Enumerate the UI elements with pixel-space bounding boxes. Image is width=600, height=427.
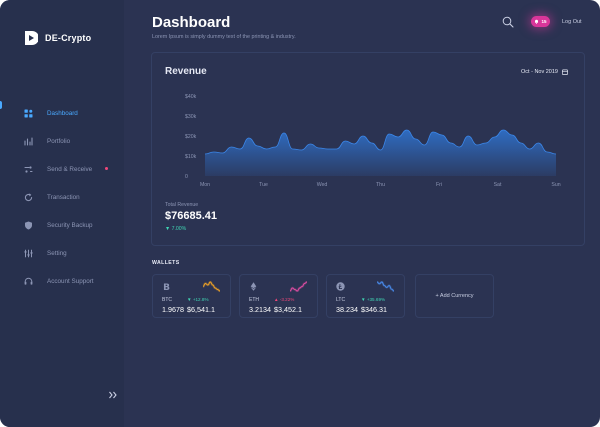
ethereum-icon (250, 282, 257, 291)
wallet-value: $346.31 (361, 305, 387, 314)
sidebar-item-label: Dashboard (47, 109, 78, 117)
y-tick-label: $30k (185, 114, 197, 120)
date-range-picker[interactable]: Oct - Nov 2019 (521, 69, 568, 75)
x-tick-label: Fri (436, 182, 442, 188)
sidebar-item-label: Send & Receive (47, 165, 93, 173)
headset-icon (24, 277, 33, 285)
revenue-title: Revenue (165, 66, 207, 77)
sparkline-path (289, 281, 308, 292)
double-chevron-right-icon[interactable] (108, 391, 118, 399)
wallet-symbol: ETH (249, 297, 259, 303)
wallet-change: ▼ +12.8% (187, 297, 209, 302)
search-icon[interactable] (502, 16, 514, 28)
x-tick-label: Tue (259, 182, 268, 188)
add-currency-button[interactable]: + Add Currency (415, 274, 494, 318)
calendar-icon (562, 69, 568, 75)
logout-link[interactable]: Log Out (562, 19, 582, 25)
y-tick-label: $20k (185, 134, 197, 140)
svg-text:B: B (163, 283, 170, 291)
revenue-card: 0 $10k $20k $30k $40k Mon Tue Wed Thu Fri Sat Sun R… (151, 52, 585, 246)
bitcoin-icon: B (163, 283, 170, 291)
y-tick-label: 0 (185, 174, 188, 180)
y-tick-label: $10k (185, 154, 197, 160)
sparkline-eth (289, 281, 308, 292)
y-tick-label: $40k (185, 94, 197, 100)
wallet-change: ▼ +35.69% (361, 297, 386, 302)
wallets-heading: WALLETS (152, 260, 180, 266)
x-tick-label: Sat (494, 182, 502, 188)
x-tick-label: Thu (376, 182, 385, 188)
notification-dot (105, 167, 108, 170)
sidebar-item-setting[interactable]: Setting (24, 239, 94, 267)
notification-count: 15 (541, 19, 547, 24)
sparkline-path (202, 281, 221, 292)
wallet-value: $6,541.1 (187, 305, 215, 314)
sidebar-item-label: Security Backup (47, 221, 93, 229)
date-range-label: Oct - Nov 2019 (521, 69, 558, 75)
shield-icon (25, 221, 32, 229)
settings-sliders-icon (24, 249, 33, 257)
wallet-card-ltc[interactable]: LTC 38.234 ▼ +35.69% $346.31 (326, 274, 405, 318)
litecoin-icon (336, 282, 345, 291)
wallet-amount: 38.234 (336, 305, 358, 314)
app-window: DE-Crypto Dashboard Portfolio Send & Rec… (0, 0, 600, 427)
sidebar-item-label: Account Support (47, 277, 94, 285)
sidebar-nav: Dashboard Portfolio Send & Receive Trans… (24, 99, 108, 295)
revenue-chart: 0 $10k $20k $30k $40k Mon Tue Wed Thu Fri Sat Sun (185, 94, 561, 188)
active-nav-marker (0, 101, 2, 109)
wallet-value: $3,452.1 (274, 305, 302, 314)
revenue-area-series (205, 130, 556, 176)
notification-button[interactable]: 15 (531, 16, 550, 27)
sparkline-ltc (376, 281, 395, 292)
sidebar: DE-Crypto Dashboard Portfolio Send & Rec… (0, 0, 124, 427)
x-tick-label: Mon (200, 182, 210, 188)
logo[interactable]: DE-Crypto (24, 30, 91, 46)
brand-name: DE-Crypto (45, 33, 92, 43)
wallet-symbol: LTC (336, 297, 346, 303)
x-tick-label: Sun (551, 182, 560, 188)
send-receive-icon (24, 165, 33, 173)
sidebar-item-label: Setting (47, 249, 67, 257)
page-title: Dashboard (152, 14, 231, 31)
sidebar-item-security-backup[interactable]: Security Backup (24, 211, 94, 239)
wallet-symbol: BTC (162, 297, 172, 303)
page-subtitle: Lorem Ipsum is simply dummy text of the … (152, 34, 296, 40)
logo-icon (25, 31, 38, 45)
wallet-amount: 1.9678 (162, 305, 184, 314)
sidebar-item-dashboard[interactable]: Dashboard (24, 99, 94, 127)
transaction-icon (24, 192, 33, 201)
sidebar-item-account-support[interactable]: Account Support (24, 267, 94, 295)
wallet-change: ▲ -3.22% (274, 297, 295, 302)
total-revenue-change: ▼ 7.00% (165, 226, 187, 232)
portfolio-icon (24, 136, 33, 146)
sidebar-item-portfolio[interactable]: Portfolio (24, 127, 94, 155)
total-revenue-value: $76685.41 (165, 210, 217, 222)
wallet-amount: 3.2134 (249, 305, 271, 314)
sidebar-item-send-receive[interactable]: Send & Receive (24, 155, 108, 183)
sidebar-item-label: Portfolio (47, 137, 71, 145)
dashboard-icon (24, 109, 33, 117)
add-currency-label: + Add Currency (435, 293, 474, 299)
sparkline-btc (202, 281, 221, 292)
wallet-card-eth[interactable]: ETH 3.2134 ▲ -3.22% $3,452.1 (239, 274, 318, 318)
sidebar-item-transaction[interactable]: Transaction (24, 183, 94, 211)
total-revenue-label: Total Revenue (165, 202, 199, 208)
sidebar-item-label: Transaction (47, 193, 80, 201)
x-tick-label: Wed (317, 182, 328, 188)
wallet-card-btc[interactable]: B BTC 1.9678 ▼ +12.8% $6,541.1 (152, 274, 231, 318)
bell-icon (535, 19, 539, 24)
